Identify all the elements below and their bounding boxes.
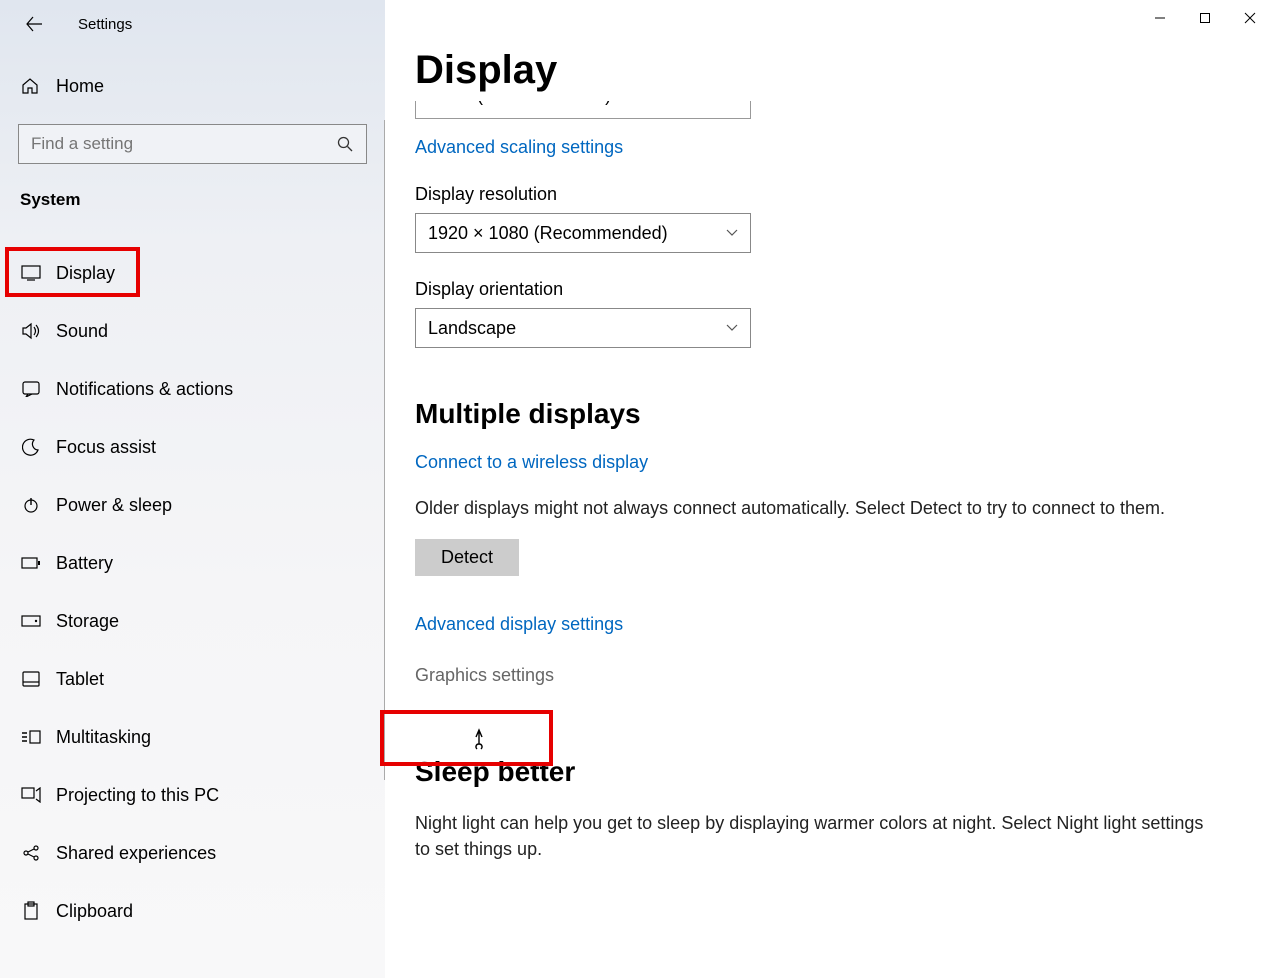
- multitasking-icon: [20, 729, 42, 745]
- sidebar-item-label: Tablet: [56, 669, 104, 690]
- notification-icon: [20, 381, 42, 397]
- sidebar-item-display[interactable]: Display: [0, 248, 385, 298]
- speaker-icon: [20, 322, 42, 340]
- maximize-icon: [1199, 12, 1211, 24]
- maximize-button[interactable]: [1182, 0, 1227, 35]
- sidebar-item-label: Projecting to this PC: [56, 785, 219, 806]
- titlebar: Settings: [0, 0, 385, 48]
- arrow-left-icon: [25, 15, 43, 33]
- window-title: Settings: [78, 16, 132, 33]
- search-container: [18, 124, 367, 164]
- scale-dropdown[interactable]: 125% (Recommended): [415, 101, 751, 119]
- clipboard-icon: [20, 901, 42, 921]
- moon-icon: [20, 438, 42, 456]
- sidebar-item-label: Shared experiences: [56, 843, 216, 864]
- detect-button[interactable]: Detect: [415, 539, 519, 576]
- sidebar-item-shared-experiences[interactable]: Shared experiences: [0, 828, 385, 878]
- window-controls: [1137, 0, 1272, 35]
- sidebar-item-battery[interactable]: Battery: [0, 538, 385, 588]
- home-icon: [20, 76, 42, 96]
- sidebar-item-tablet[interactable]: Tablet: [0, 654, 385, 704]
- chevron-down-icon: [726, 229, 738, 237]
- sidebar-item-label: Storage: [56, 611, 119, 632]
- orientation-dropdown[interactable]: Landscape: [415, 308, 751, 348]
- sidebar-home[interactable]: Home: [0, 62, 385, 110]
- multiple-displays-heading: Multiple displays: [415, 398, 1272, 430]
- sleep-better-text: Night light can help you get to sleep by…: [415, 810, 1215, 862]
- scale-value: 125% (Recommended): [426, 101, 611, 106]
- sidebar-item-notifications[interactable]: Notifications & actions: [0, 364, 385, 414]
- sidebar-item-clipboard[interactable]: Clipboard: [0, 886, 385, 936]
- sidebar-item-storage[interactable]: Storage: [0, 596, 385, 646]
- sidebar-item-label: Clipboard: [56, 901, 133, 922]
- orientation-value: Landscape: [428, 318, 726, 339]
- graphics-settings-link[interactable]: Graphics settings: [415, 665, 1272, 686]
- orientation-label: Display orientation: [415, 279, 1272, 300]
- sidebar-item-multitasking[interactable]: Multitasking: [0, 712, 385, 762]
- sidebar-item-label: Power & sleep: [56, 495, 172, 516]
- minimize-button[interactable]: [1137, 0, 1182, 35]
- resolution-label: Display resolution: [415, 184, 1272, 205]
- sidebar-item-label: Multitasking: [56, 727, 151, 748]
- sidebar-home-label: Home: [56, 76, 104, 97]
- sidebar-item-label: Focus assist: [56, 437, 156, 458]
- projecting-icon: [20, 787, 42, 803]
- sidebar: Settings Home System Display Sound Notif…: [0, 0, 385, 978]
- close-icon: [1244, 12, 1256, 24]
- sidebar-item-label: Display: [56, 263, 115, 284]
- connect-wireless-link[interactable]: Connect to a wireless display: [415, 452, 648, 473]
- battery-icon: [20, 557, 42, 569]
- share-icon: [20, 844, 42, 862]
- resolution-dropdown[interactable]: 1920 × 1080 (Recommended): [415, 213, 751, 253]
- sidebar-item-focus-assist[interactable]: Focus assist: [0, 422, 385, 472]
- sidebar-category: System: [20, 190, 385, 210]
- search-input[interactable]: [31, 134, 336, 154]
- sidebar-nav: Display Sound Notifications & actions Fo…: [0, 248, 385, 936]
- resolution-value: 1920 × 1080 (Recommended): [428, 223, 726, 244]
- sidebar-item-label: Notifications & actions: [56, 379, 233, 400]
- storage-icon: [20, 615, 42, 627]
- tablet-icon: [20, 671, 42, 687]
- minimize-icon: [1154, 12, 1166, 24]
- sidebar-item-label: Sound: [56, 321, 108, 342]
- chevron-down-icon: [726, 324, 738, 332]
- advanced-display-link[interactable]: Advanced display settings: [415, 614, 1272, 635]
- close-button[interactable]: [1227, 0, 1272, 35]
- sidebar-item-label: Battery: [56, 553, 113, 574]
- monitor-icon: [20, 265, 42, 281]
- back-button[interactable]: [20, 10, 48, 38]
- sidebar-item-sound[interactable]: Sound: [0, 306, 385, 356]
- search-icon: [336, 135, 354, 153]
- page-title: Display: [415, 48, 1272, 93]
- main-content: Display 125% (Recommended) Advanced scal…: [385, 0, 1272, 978]
- advanced-scaling-link[interactable]: Advanced scaling settings: [415, 137, 623, 158]
- sidebar-item-projecting[interactable]: Projecting to this PC: [0, 770, 385, 820]
- older-displays-text: Older displays might not always connect …: [415, 495, 1215, 521]
- sidebar-item-power-sleep[interactable]: Power & sleep: [0, 480, 385, 530]
- sleep-better-heading: Sleep better: [415, 756, 1272, 788]
- power-icon: [20, 496, 42, 514]
- search-box[interactable]: [18, 124, 367, 164]
